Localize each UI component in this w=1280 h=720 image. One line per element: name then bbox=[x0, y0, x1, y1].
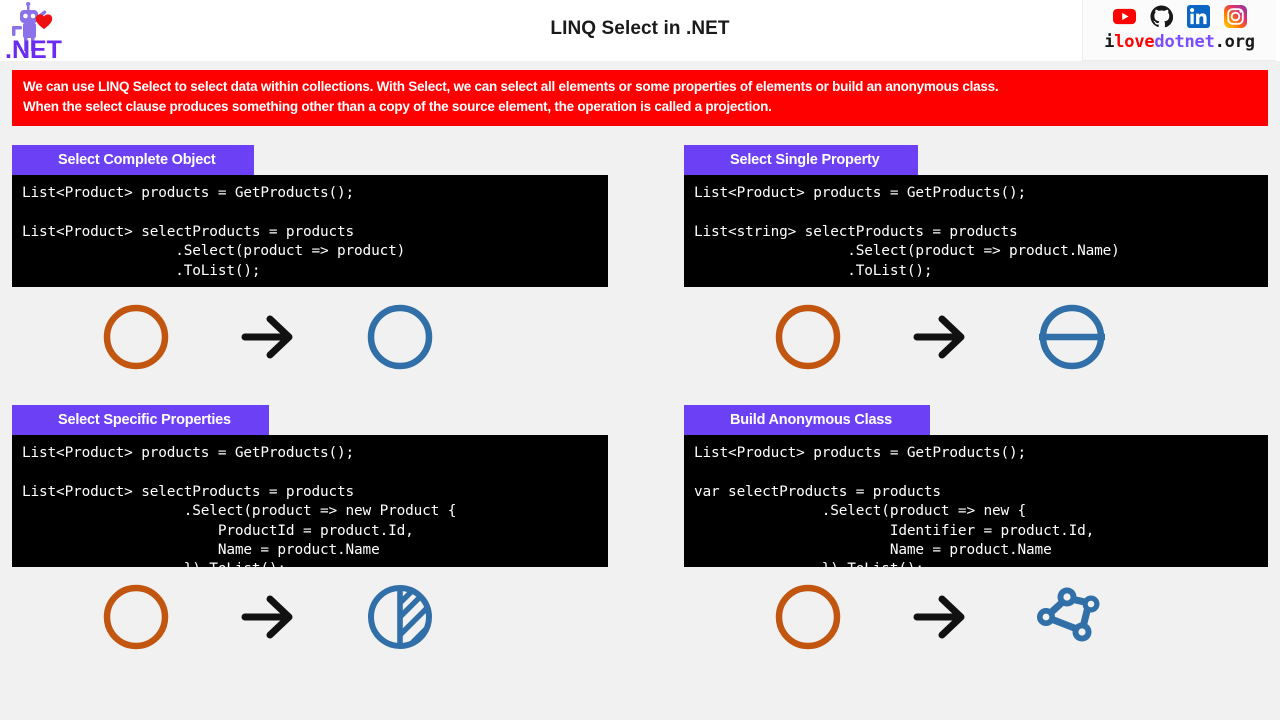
source-circle-icon bbox=[84, 581, 188, 653]
panel-build-anonymous-class: Build Anonymous Class List<Product> prod… bbox=[684, 405, 1268, 667]
result-circle-outline-icon bbox=[348, 301, 452, 373]
illustration-strip bbox=[684, 567, 1268, 667]
page-header: .NET LINQ Select in .NET ilovedotnet.org bbox=[0, 0, 1280, 61]
result-node-graph-icon bbox=[1020, 581, 1124, 653]
source-circle-icon bbox=[756, 581, 860, 653]
brand-love: love bbox=[1114, 32, 1155, 52]
brand-dotnet: dotnet bbox=[1154, 32, 1215, 52]
banner-line-1: We can use LINQ Select to select data wi… bbox=[23, 79, 999, 94]
instagram-icon[interactable] bbox=[1223, 4, 1247, 28]
youtube-icon[interactable] bbox=[1112, 5, 1136, 28]
panel-tag: Select Single Property bbox=[684, 145, 918, 175]
brand-prefix: i bbox=[1104, 32, 1115, 52]
result-circle-split-horizontal-icon bbox=[1020, 301, 1124, 373]
brand-block: ilovedotnet.org bbox=[1082, 0, 1276, 61]
panel-select-complete-object: Select Complete Object List<Product> pro… bbox=[12, 145, 608, 387]
social-links bbox=[1112, 3, 1247, 29]
panel-select-single-property: Select Single Property List<Product> pro… bbox=[684, 145, 1268, 387]
linkedin-icon[interactable] bbox=[1186, 4, 1210, 28]
code-block: List<Product> products = GetProducts(); … bbox=[684, 175, 1268, 287]
summary-banner: We can use LINQ Select to select data wi… bbox=[12, 70, 1268, 126]
panel-select-specific-properties: Select Specific Properties List<Product>… bbox=[12, 405, 608, 667]
brand-url[interactable]: ilovedotnet.org bbox=[1104, 32, 1255, 52]
panel-tag: Select Specific Properties bbox=[12, 405, 269, 435]
source-circle-icon bbox=[84, 301, 188, 373]
arrow-right-icon bbox=[188, 591, 348, 643]
brand-suffix: .org bbox=[1214, 32, 1255, 52]
code-block: List<Product> products = GetProducts(); … bbox=[684, 435, 1268, 567]
result-circle-half-hatched-icon bbox=[348, 581, 452, 653]
arrow-right-icon bbox=[188, 311, 348, 363]
arrow-right-icon bbox=[860, 311, 1020, 363]
code-block: List<Product> products = GetProducts(); … bbox=[12, 435, 608, 567]
github-icon[interactable] bbox=[1149, 4, 1173, 28]
illustration-strip bbox=[684, 287, 1268, 387]
panel-grid: Select Complete Object List<Product> pro… bbox=[0, 140, 1280, 720]
arrow-right-icon bbox=[860, 591, 1020, 643]
source-circle-icon bbox=[756, 301, 860, 373]
illustration-strip bbox=[12, 287, 608, 387]
panel-tag: Select Complete Object bbox=[12, 145, 254, 175]
banner-line-2: When the select clause produces somethin… bbox=[23, 99, 772, 114]
panel-tag: Build Anonymous Class bbox=[684, 405, 931, 435]
code-block: List<Product> products = GetProducts(); … bbox=[12, 175, 608, 287]
illustration-strip bbox=[12, 567, 608, 667]
